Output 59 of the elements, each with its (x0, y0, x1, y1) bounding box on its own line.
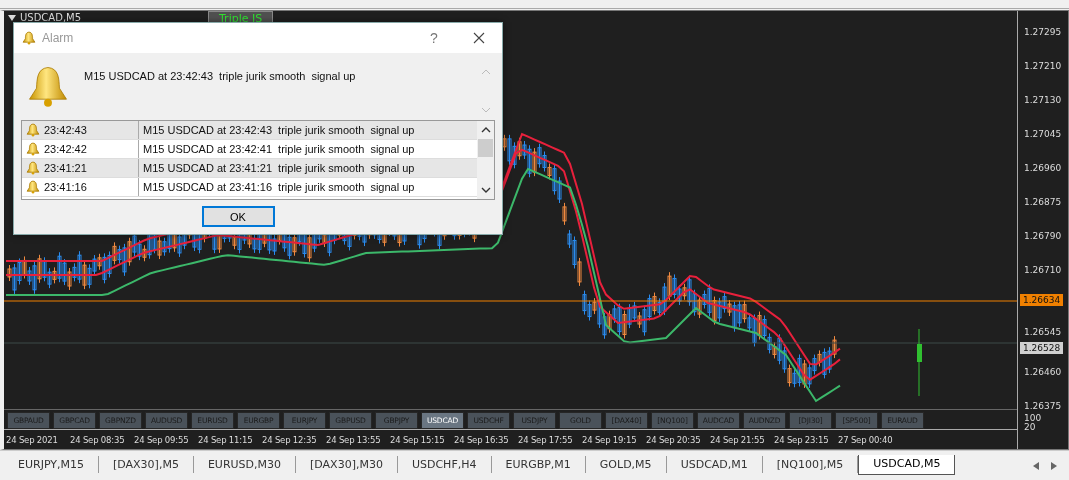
price-label: 1.26460 (1023, 366, 1063, 378)
level-label: 100 (1024, 414, 1042, 423)
alert-time: 23:42:43 (44, 124, 87, 136)
price-marker: 1.26528 (1020, 342, 1064, 354)
price-label: 1.26790 (1023, 230, 1063, 242)
chart-title: USDCAD,M5 (20, 12, 82, 23)
time-label: 24 Sep 12:35 (262, 434, 318, 445)
time-label: 24 Sep 11:15 (198, 434, 254, 445)
time-label: 24 Sep 16:35 (454, 434, 510, 445)
time-label: 24 Sep 19:15 (582, 434, 638, 445)
scrollbar-thumb[interactable] (478, 139, 493, 157)
scroll-left-icon (1033, 462, 1039, 470)
time-label: 24 Sep 15:15 (390, 434, 446, 445)
chart-tab[interactable]: USDCAD,M5 (858, 455, 956, 475)
bell-icon (26, 180, 40, 194)
bell-icon (26, 161, 40, 175)
alert-text: M15 USDCAD at 23:41:21 triple jurik smooth signal up (142, 161, 416, 176)
dialog-title: Alarm (42, 31, 74, 45)
level-label: 20 (1024, 423, 1037, 432)
price-label: 1.27295 (1023, 26, 1063, 38)
close-icon (473, 32, 485, 44)
bell-icon (22, 31, 36, 45)
price-label: 1.27130 (1023, 94, 1063, 106)
time-label: 24 Sep 23:15 (774, 434, 830, 445)
scroll-up-icon (481, 69, 491, 75)
price-label: 1.26710 (1023, 264, 1063, 276)
dropdown-triangle-icon (8, 14, 16, 21)
bell-icon (26, 64, 70, 108)
time-label: 24 Sep 21:55 (710, 434, 766, 445)
scroll-down-icon (481, 107, 491, 113)
time-label: 27 Sep 00:40 (838, 434, 894, 445)
alert-time: 23:41:16 (44, 181, 87, 193)
alert-text: M15 USDCAD at 23:41:16 triple jurik smooth signal up (142, 180, 416, 195)
price-marker: 1.26634 (1020, 294, 1064, 306)
scroll-right-icon (1051, 462, 1057, 470)
bell-icon (26, 142, 40, 156)
scroll-up-icon (480, 127, 491, 133)
help-button[interactable]: ? (418, 30, 450, 46)
price-label: 1.26875 (1023, 196, 1063, 208)
scroll-down-icon (480, 187, 491, 193)
time-label: 24 Sep 20:35 (646, 434, 702, 445)
alert-text: M15 USDCAD at 23:42:41 triple jurik smooth signal up (142, 142, 416, 157)
alert-time: 23:42:42 (44, 143, 87, 155)
time-label: 24 Sep 17:55 (518, 434, 574, 445)
price-label: 1.26545 (1023, 326, 1063, 338)
price-label: 1.27210 (1023, 60, 1063, 72)
alert-time: 23:41:21 (44, 162, 87, 174)
price-label: 1.26960 (1023, 162, 1063, 174)
time-label: 24 Sep 13:55 (326, 434, 382, 445)
time-label: 24 Sep 2021 (6, 434, 59, 445)
alert-message: M15 USDCAD at 23:42:43 triple jurik smooth signal up (84, 69, 357, 82)
ok-button[interactable]: OK (201, 206, 275, 227)
time-label: 24 Sep 08:35 (70, 434, 126, 445)
bell-icon (26, 123, 40, 137)
price-label: 1.27045 (1023, 128, 1063, 140)
time-label: 24 Sep 09:55 (134, 434, 190, 445)
price-label: 1.26375 (1023, 400, 1063, 412)
scrollbar[interactable] (477, 121, 494, 199)
alert-text: M15 USDCAD at 23:42:43 triple jurik smooth signal up (142, 123, 416, 138)
